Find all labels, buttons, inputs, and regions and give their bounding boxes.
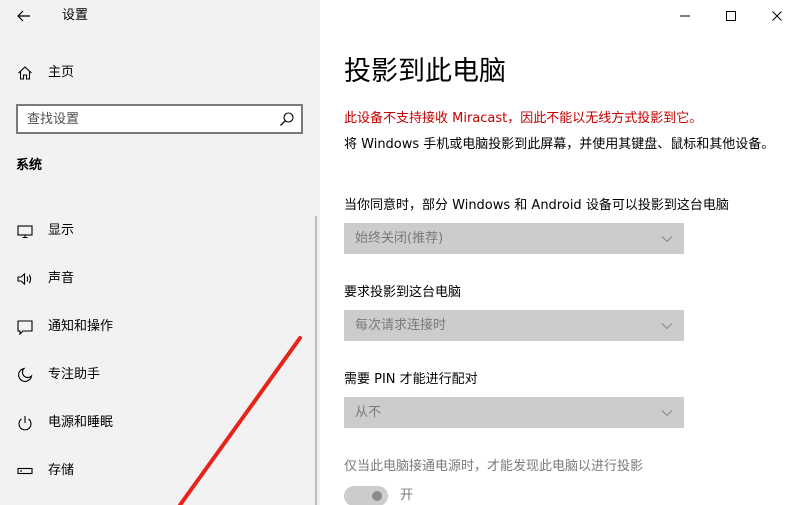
setting-label-power-only: 仅当此电脑接通电源时，才能发现此电脑以进行投影	[344, 459, 644, 474]
setting-label-ask-projection: 要求投影到这台电脑	[344, 285, 462, 300]
back-arrow-icon	[17, 10, 30, 22]
search-input[interactable]	[18, 106, 268, 132]
speaker-icon	[16, 270, 34, 288]
storage-icon	[16, 462, 34, 480]
home-icon	[16, 64, 34, 82]
chevron-down-icon	[661, 323, 673, 330]
sidebar-item-label: 显示	[48, 223, 75, 238]
close-icon	[772, 11, 782, 21]
dropdown-value: 从不	[355, 404, 382, 420]
sidebar-item-label: 电源和睡眠	[48, 415, 114, 430]
sidebar-item-label: 主页	[48, 65, 75, 80]
setting-label-allow-projection: 当你同意时，部分 Windows 和 Android 设备可以投影到这台电脑	[344, 198, 729, 213]
search-icon[interactable]	[279, 111, 295, 127]
back-button[interactable]	[10, 4, 38, 28]
power-only-toggle[interactable]	[344, 486, 388, 505]
toggle-knob	[372, 491, 382, 501]
miracast-warning: 此设备不支持接收 Miracast，因此不能以无线方式投影到它。	[344, 111, 703, 126]
window-controls	[662, 0, 800, 32]
maximize-icon	[726, 11, 736, 21]
require-pin-dropdown[interactable]: 从不	[344, 397, 684, 428]
sidebar-item-label: 专注助手	[48, 367, 101, 382]
sidebar-item-focus-assist[interactable]: 专注助手	[0, 351, 314, 399]
toggle-state-label: 开	[400, 488, 414, 503]
sidebar-item-label: 声音	[48, 271, 75, 286]
sidebar-scrollbar[interactable]	[315, 216, 317, 505]
ask-projection-dropdown[interactable]: 每次请求连接时	[344, 310, 684, 341]
page-description: 将 Windows 手机或电脑投影到此屏幕，并使用其键盘、鼠标和其他设备。	[344, 137, 775, 152]
section-label: 系统	[16, 158, 43, 173]
sidebar-item-storage[interactable]: 存储	[0, 447, 314, 495]
dropdown-value: 始终关闭(推荐)	[355, 230, 444, 246]
dropdown-value: 每次请求连接时	[355, 317, 447, 333]
power-icon	[16, 414, 34, 432]
chevron-down-icon	[661, 410, 673, 417]
sidebar: 设置 主页 系统 显示	[0, 0, 320, 505]
sidebar-item-home[interactable]: 主页	[0, 56, 320, 90]
close-button[interactable]	[754, 0, 800, 32]
sidebar-item-sound[interactable]: 声音	[0, 255, 314, 303]
minimize-icon	[680, 15, 690, 17]
page-title: 投影到此电脑	[344, 56, 506, 87]
setting-label-require-pin: 需要 PIN 才能进行配对	[344, 372, 478, 387]
sidebar-item-label: 存储	[48, 463, 75, 478]
sidebar-nav: 显示 声音 通知和操作 专注助手 电源和睡眠 存储	[0, 207, 314, 495]
sidebar-item-label: 通知和操作	[48, 319, 114, 334]
allow-projection-dropdown[interactable]: 始终关闭(推荐)	[344, 223, 684, 254]
main-pane: 投影到此电脑 此设备不支持接收 Miracast，因此不能以无线方式投影到它。 …	[320, 0, 800, 505]
sidebar-item-notifications[interactable]: 通知和操作	[0, 303, 314, 351]
title-bar: 设置	[0, 0, 320, 32]
search-box[interactable]	[16, 104, 303, 134]
sidebar-item-power-sleep[interactable]: 电源和睡眠	[0, 399, 314, 447]
minimize-button[interactable]	[662, 0, 708, 32]
window-title: 设置	[62, 8, 89, 23]
chevron-down-icon	[661, 236, 673, 243]
sidebar-item-display[interactable]: 显示	[0, 207, 314, 255]
display-icon	[16, 222, 34, 240]
notification-icon	[16, 318, 34, 336]
moon-icon	[16, 366, 34, 384]
maximize-button[interactable]	[708, 0, 754, 32]
